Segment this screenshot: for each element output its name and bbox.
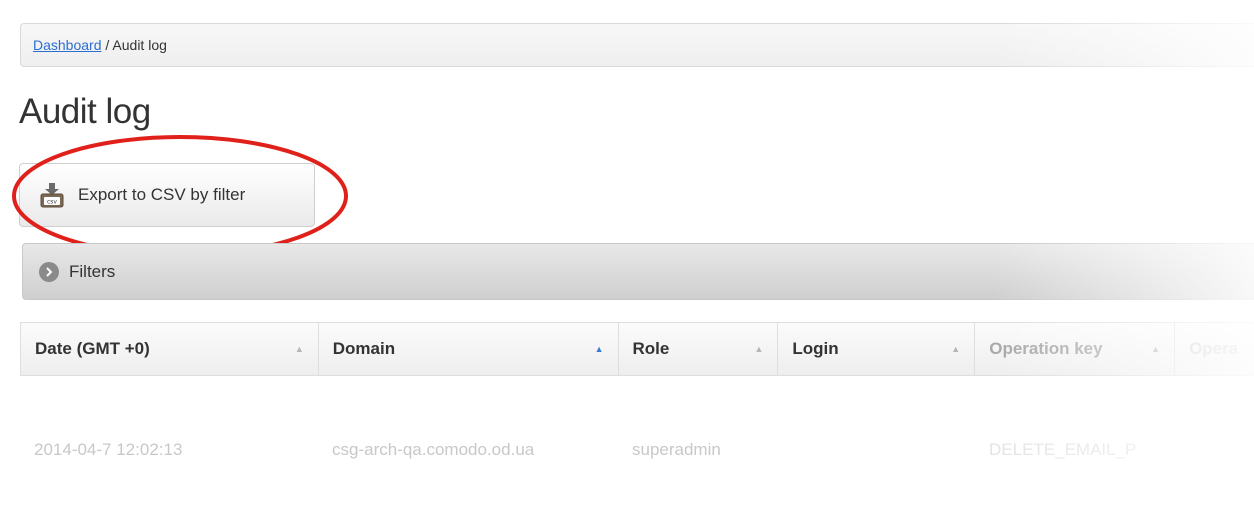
column-header-operation-key[interactable]: Operation key ▲ <box>975 323 1176 375</box>
cell-role: superadmin <box>632 440 721 459</box>
sort-up-icon: ▲ <box>754 344 764 354</box>
breadcrumb: Dashboard / Audit log <box>20 23 1254 67</box>
filters-toggle[interactable]: Filters <box>22 243 1254 300</box>
table-header: Date (GMT +0) ▲ Domain ▲ Role ▲ Login ▲ … <box>20 322 1254 376</box>
column-header-login[interactable]: Login ▲ <box>778 323 976 375</box>
csv-download-icon: csv <box>40 182 64 208</box>
breadcrumb-dashboard-link[interactable]: Dashboard <box>33 37 102 53</box>
chevron-right-icon <box>39 261 59 282</box>
column-header-domain[interactable]: Domain ▲ <box>319 323 619 375</box>
breadcrumb-separator: / <box>101 37 113 53</box>
page-title: Audit log <box>19 92 151 131</box>
column-header-date[interactable]: Date (GMT +0) ▲ <box>21 323 319 375</box>
table-row[interactable]: 2014-04-7 12:02:13 csg-arch-qa.comodo.od… <box>20 428 1254 472</box>
filters-label: Filters <box>69 261 116 281</box>
sort-up-icon: ▲ <box>951 344 961 354</box>
sort-up-icon: ▲ <box>594 344 604 354</box>
cell-operation-key: DELETE_EMAIL_P <box>989 440 1137 459</box>
export-csv-label: Export to CSV by filter <box>78 185 246 204</box>
svg-text:csv: csv <box>47 199 57 206</box>
sort-up-icon: ▲ <box>1151 344 1161 354</box>
cell-domain: csg-arch-qa.comodo.od.ua <box>332 440 535 459</box>
cell-date: 2014-04-7 12:02:13 <box>34 440 183 459</box>
column-header-operation[interactable]: Opera <box>1175 323 1254 375</box>
sort-up-icon: ▲ <box>294 344 304 354</box>
column-header-role[interactable]: Role ▲ <box>619 323 779 375</box>
breadcrumb-current: Audit log <box>112 37 167 53</box>
export-csv-button[interactable]: csv Export to CSV by filter <box>19 163 315 227</box>
